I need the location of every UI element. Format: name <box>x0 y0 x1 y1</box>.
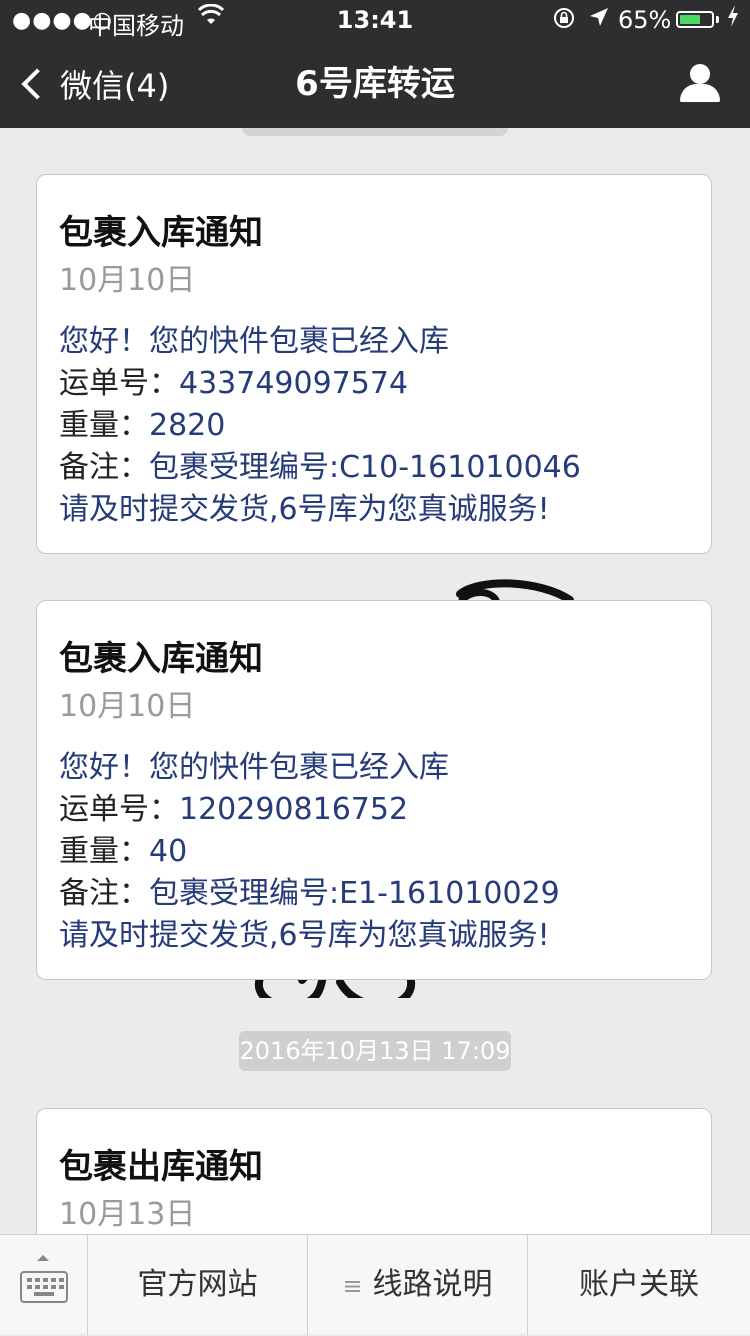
waybill-row: 运单号：120290816752 <box>59 789 689 831</box>
waybill-row: 运单号：433749097574 <box>59 363 689 405</box>
person-icon[interactable] <box>680 64 720 104</box>
bottom-menu: 官方网站 ≡ 线路说明 账户关联 <box>0 1234 750 1335</box>
rotation-lock-icon <box>552 6 576 36</box>
card-body: 您好！您的快件包裹已经入库 运单号：120290816752 重量：40 备注：… <box>59 747 689 957</box>
remark-label: 备注： <box>59 450 149 485</box>
person-icon-head <box>690 64 710 84</box>
top-bar: ●●●●○ 中国移动 13:41 65% 微信(4) 6号库转运 <box>0 0 750 128</box>
person-icon-body <box>680 84 720 102</box>
submenu-icon: ≡ <box>342 1272 363 1300</box>
keyboard-toggle-button[interactable] <box>0 1235 88 1335</box>
charging-icon <box>726 4 740 34</box>
menu-label: 线路说明 <box>372 1267 493 1302</box>
waybill-label: 运单号： <box>59 792 179 827</box>
card-date: 10月10日 <box>59 689 196 724</box>
remark-row: 备注：包裹受理编号:E1-161010029 <box>59 873 689 915</box>
timestamp-pill: 2016年10月13日 17:09 <box>239 1031 511 1071</box>
remark-value: 包裹受理编号:C10-161010046 <box>149 450 581 485</box>
card-body: 您好！您的快件包裹已经入库 运单号：433749097574 重量：2820 备… <box>59 321 689 531</box>
card-date: 10月13日 <box>59 1197 196 1232</box>
card-greeting: 您好！您的快件包裹已经入库 <box>59 750 449 785</box>
card-title: 包裹入库通知 <box>59 213 263 253</box>
keyboard-icon <box>20 1271 68 1303</box>
waybill-value: 433749097574 <box>179 366 409 401</box>
card-title: 包裹出库通知 <box>59 1147 263 1187</box>
status-bar: ●●●●○ 中国移动 13:41 65% <box>0 0 750 40</box>
menu-official-site[interactable]: 官方网站 <box>88 1235 308 1335</box>
battery-percent: 65% <box>618 6 672 34</box>
remark-value: 包裹受理编号:E1-161010029 <box>149 876 560 911</box>
battery-icon <box>676 11 714 28</box>
remark-row: 备注：包裹受理编号:C10-161010046 <box>59 447 689 489</box>
menu-route-info[interactable]: ≡ 线路说明 <box>308 1235 528 1335</box>
message-card-1[interactable]: 包裹入库通知 10月10日 您好！您的快件包裹已经入库 运单号：43374909… <box>36 174 712 554</box>
message-card-3[interactable]: 包裹出库通知 10月13日 <box>36 1108 712 1234</box>
battery-tip <box>716 16 719 23</box>
weight-value: 2820 <box>149 408 226 443</box>
navigation-bar: 微信(4) 6号库转运 <box>0 40 750 128</box>
weight-row: 重量：2820 <box>59 405 689 447</box>
weight-value: 40 <box>149 834 188 869</box>
waybill-label: 运单号： <box>59 366 179 401</box>
card-closing: 请及时提交发货,6号库为您真诚服务! <box>59 492 550 527</box>
menu-label: 账户关联 <box>579 1267 699 1302</box>
weight-label: 重量： <box>59 408 149 443</box>
card-date: 10月10日 <box>59 263 196 298</box>
location-icon <box>588 6 610 36</box>
waybill-value: 120290816752 <box>179 792 409 827</box>
weight-row: 重量：40 <box>59 831 689 873</box>
card-closing: 请及时提交发货,6号库为您真诚服务! <box>59 918 550 953</box>
up-arrow-icon <box>37 1255 49 1261</box>
menu-label: 官方网站 <box>137 1267 258 1302</box>
weight-label: 重量： <box>59 834 149 869</box>
card-title: 包裹入库通知 <box>59 639 263 679</box>
previous-message-edge <box>242 128 508 136</box>
card-greeting: 您好！您的快件包裹已经入库 <box>59 324 449 359</box>
chat-area[interactable]: 2016年10月13日 17:09 包裹入库通知 10月10日 您好！您的快件包… <box>0 128 750 1234</box>
menu-account-link[interactable]: 账户关联 <box>528 1235 750 1335</box>
page-title: 6号库转运 <box>295 64 455 104</box>
message-card-2[interactable]: 包裹入库通知 10月10日 您好！您的快件包裹已经入库 运单号：12029081… <box>36 600 712 980</box>
remark-label: 备注： <box>59 876 149 911</box>
